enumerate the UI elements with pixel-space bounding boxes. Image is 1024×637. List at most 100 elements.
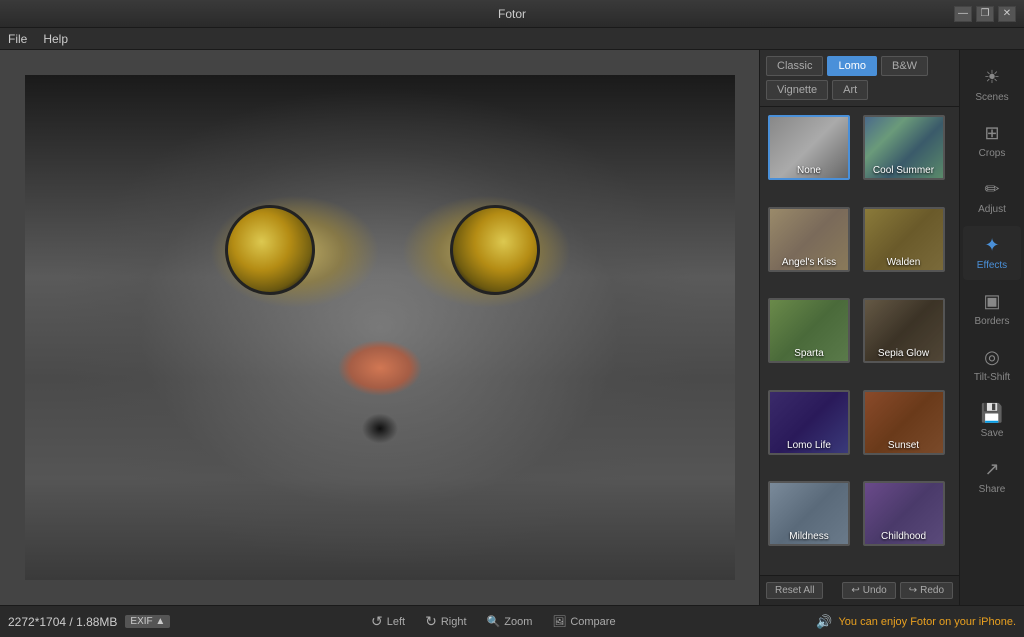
sidebar-item-scenes[interactable]: ☀ Scenes — [963, 58, 1021, 112]
filter-thumb-lomo: Lomo Life — [768, 390, 850, 455]
sidebar-item-adjust[interactable]: ✏ Adjust — [963, 170, 1021, 224]
rotate-left-label: Left — [387, 616, 405, 628]
filter-sepia-glow[interactable]: Sepia Glow — [863, 298, 952, 384]
crops-icon: ⊞ — [984, 123, 999, 144]
canvas-image — [25, 75, 735, 580]
scenes-icon: ☀ — [984, 67, 1000, 88]
share-label: Share — [979, 484, 1006, 495]
crops-label: Crops — [979, 148, 1006, 159]
filter-tabs: Classic Lomo B&W Vignette Art — [760, 50, 959, 107]
filter-thumb-none: None — [768, 115, 850, 180]
filter-walden[interactable]: Walden — [863, 207, 952, 293]
redo-icon: ↪ — [909, 585, 917, 596]
speaker-icon: 🔊 — [816, 614, 832, 630]
statusbar: 2272*1704 / 1.88MB EXIF ▲ ↺ Left ↻ Right… — [0, 605, 1024, 637]
sidebar-item-borders[interactable]: ▣ Borders — [963, 282, 1021, 336]
sidebar-item-effects[interactable]: ✦ Effects — [963, 226, 1021, 280]
rotate-left-button[interactable]: ↺ Left — [371, 613, 405, 630]
right-panel: Classic Lomo B&W Vignette Art None Cool … — [759, 50, 959, 605]
filter-label-childhood: Childhood — [865, 531, 943, 542]
compare-label: Compare — [570, 616, 615, 628]
filter-label-none: None — [770, 165, 848, 176]
rotate-left-icon: ↺ — [371, 613, 383, 630]
status-left: 2272*1704 / 1.88MB EXIF ▲ — [8, 615, 170, 629]
filter-thumb-sepia: Sepia Glow — [863, 298, 945, 363]
tab-art[interactable]: Art — [832, 80, 868, 100]
filter-label-angels: Angel's Kiss — [770, 257, 848, 268]
undo-button[interactable]: ↩ Undo — [842, 582, 895, 599]
sidebar: ☀ Scenes ⊞ Crops ✏ Adjust ✦ Effects ▣ Bo… — [959, 50, 1024, 605]
filter-thumb-sunset: Sunset — [863, 390, 945, 455]
filter-thumb-sparta: Sparta — [768, 298, 850, 363]
filter-sunset[interactable]: Sunset — [863, 390, 952, 476]
zoom-button[interactable]: 🔍 Zoom — [487, 615, 533, 628]
rotate-right-button[interactable]: ↻ Right — [425, 613, 466, 630]
filter-mildness[interactable]: Mildness — [768, 481, 857, 567]
filter-cool-summer[interactable]: Cool Summer — [863, 115, 952, 201]
save-icon: 💾 — [981, 403, 1003, 424]
status-center: ↺ Left ↻ Right 🔍 Zoom 🖼 Compare — [186, 613, 800, 630]
titlebar: Fotor — ❐ ✕ — [0, 0, 1024, 28]
filter-label-lomo: Lomo Life — [770, 440, 848, 451]
filter-label-cool: Cool Summer — [865, 165, 943, 176]
tilt-shift-label: Tilt-Shift — [974, 372, 1010, 383]
filter-label-sepia: Sepia Glow — [865, 348, 943, 359]
cat-eye-left — [225, 205, 315, 295]
tab-classic[interactable]: Classic — [766, 56, 823, 76]
sidebar-item-tilt-shift[interactable]: ◎ Tilt-Shift — [963, 338, 1021, 392]
iphone-message: You can enjoy Fotor on your iPhone. — [838, 616, 1016, 628]
sidebar-item-crops[interactable]: ⊞ Crops — [963, 114, 1021, 168]
redo-label: Redo — [920, 585, 944, 596]
tab-vignette[interactable]: Vignette — [766, 80, 828, 100]
compare-button[interactable]: 🖼 Compare — [552, 615, 615, 628]
filter-thumb-cool: Cool Summer — [863, 115, 945, 180]
filter-thumb-mildness: Mildness — [768, 481, 850, 546]
close-button[interactable]: ✕ — [998, 6, 1016, 22]
sidebar-item-save[interactable]: 💾 Save — [963, 394, 1021, 448]
titlebar-controls: — ❐ ✕ — [954, 6, 1016, 22]
adjust-icon: ✏ — [984, 179, 999, 200]
tilt-shift-icon: ◎ — [984, 347, 1000, 368]
filter-label-sparta: Sparta — [770, 348, 848, 359]
scenes-label: Scenes — [975, 92, 1008, 103]
menubar: File Help — [0, 28, 1024, 50]
cat-image — [25, 75, 735, 580]
borders-icon: ▣ — [983, 291, 1000, 312]
adjust-label: Adjust — [978, 204, 1006, 215]
compare-icon: 🖼 — [552, 615, 566, 628]
menu-help[interactable]: Help — [43, 32, 68, 46]
cat-eye-right — [450, 205, 540, 295]
minimize-button[interactable]: — — [954, 6, 972, 22]
filter-grid: None Cool Summer Angel's Kiss — [760, 107, 959, 575]
menu-file[interactable]: File — [8, 32, 27, 46]
rotate-right-icon: ↻ — [425, 613, 437, 630]
sidebar-item-share[interactable]: ↗ Share — [963, 450, 1021, 504]
tab-lomo[interactable]: Lomo — [827, 56, 877, 76]
undo-label: Undo — [863, 585, 887, 596]
restore-button[interactable]: ❐ — [976, 6, 994, 22]
reset-all-button[interactable]: Reset All — [766, 582, 823, 599]
main-layout: Classic Lomo B&W Vignette Art None Cool … — [0, 50, 1024, 605]
tab-bw[interactable]: B&W — [881, 56, 928, 76]
filter-childhood[interactable]: Childhood — [863, 481, 952, 567]
filter-none[interactable]: None — [768, 115, 857, 201]
filter-angels-kiss[interactable]: Angel's Kiss — [768, 207, 857, 293]
image-info: 2272*1704 / 1.88MB — [8, 615, 117, 629]
filter-sparta[interactable]: Sparta — [768, 298, 857, 384]
panel-actions: Reset All ↩ Undo ↪ Redo — [760, 575, 959, 605]
filter-thumb-childhood: Childhood — [863, 481, 945, 546]
filter-thumb-angels: Angel's Kiss — [768, 207, 850, 272]
filter-thumb-walden: Walden — [863, 207, 945, 272]
undo-icon: ↩ — [851, 585, 859, 596]
save-label: Save — [981, 428, 1004, 439]
exif-badge[interactable]: EXIF ▲ — [125, 615, 170, 628]
borders-label: Borders — [974, 316, 1009, 327]
canvas-area — [0, 50, 759, 605]
redo-button[interactable]: ↪ Redo — [900, 582, 953, 599]
filter-label-sunset: Sunset — [865, 440, 943, 451]
zoom-icon: 🔍 — [487, 615, 501, 628]
filter-lomo-life[interactable]: Lomo Life — [768, 390, 857, 476]
app-title: Fotor — [498, 7, 526, 21]
zoom-label: Zoom — [504, 616, 532, 628]
filter-label-walden: Walden — [865, 257, 943, 268]
